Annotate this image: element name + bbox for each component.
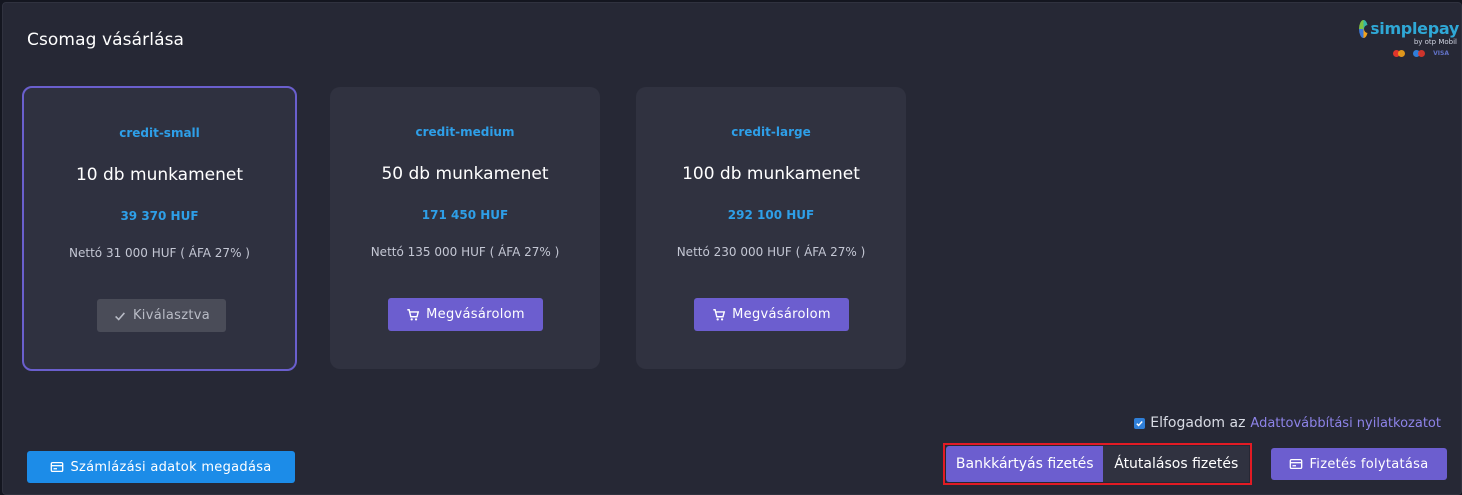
simplepay-sub: by otp Mobil [1413, 38, 1457, 46]
continue-button-label: Fizetés folytatása [1309, 456, 1429, 472]
card-brands: VISA [1359, 50, 1449, 57]
mastercard-icon [1393, 50, 1407, 57]
terms-acceptance: Elfogadom az Adattovábbítási nyilatkozat… [1134, 415, 1441, 431]
checkmark-icon [1136, 420, 1143, 427]
simplepay-logo: simplepay by otp Mobil VISA [1359, 19, 1459, 63]
maestro-icon [1413, 50, 1427, 57]
selected-button-label: Kiválasztva [132, 308, 211, 323]
cart-icon [407, 308, 420, 321]
purchase-panel: Csomag vásárlása simplepay by otp Mobil … [2, 2, 1462, 495]
package-net-price: Nettó 31 000 HUF ( ÁFA 27% ) [69, 246, 250, 260]
package-card-small[interactable]: credit-small 10 db munkamenet 39 370 HUF… [22, 86, 297, 371]
package-price: 292 100 HUF [727, 208, 815, 222]
simplepay-brand-text: simplepay [1370, 19, 1459, 38]
terms-link[interactable]: Adattovábbítási nyilatkozatot [1250, 416, 1441, 431]
package-name: 10 db munkamenet [75, 165, 243, 185]
buy-button-label: Megvásárolom [732, 307, 831, 322]
buy-button-large[interactable]: Megvásárolom [694, 298, 849, 331]
page-title: Csomag vásárlása [27, 30, 185, 50]
simplepay-brand: simplepay [1359, 19, 1459, 38]
card-payment-tab[interactable]: Bankkártyás fizetés [946, 446, 1104, 482]
payment-card-icon [1290, 458, 1303, 470]
package-name: 50 db munkamenet [381, 164, 549, 184]
buy-button-label: Megvásárolom [426, 307, 525, 322]
terms-text: Elfogadom az [1150, 415, 1246, 431]
visa-icon: VISA [1433, 50, 1449, 57]
package-card-large[interactable]: credit-large 100 db munkamenet 292 100 H… [636, 87, 906, 369]
payment-method-toggle: Bankkártyás fizetés Átutalásos fizetés [943, 443, 1252, 485]
continue-payment-button[interactable]: Fizetés folytatása [1271, 448, 1447, 480]
simplepay-circle-icon [1359, 19, 1373, 38]
terms-checkbox[interactable] [1134, 417, 1146, 429]
package-price: 39 370 HUF [120, 209, 199, 223]
billing-button-label: Számlázási adatok megadása [70, 459, 272, 475]
check-icon [115, 311, 125, 321]
selected-button[interactable]: Kiválasztva [97, 299, 226, 332]
package-card-medium[interactable]: credit-medium 50 db munkamenet 171 450 H… [330, 87, 600, 369]
package-price: 171 450 HUF [421, 208, 509, 222]
package-slug: credit-medium [415, 125, 515, 139]
package-slug: credit-large [731, 125, 811, 139]
package-net-price: Nettó 135 000 HUF ( ÁFA 27% ) [370, 245, 560, 259]
buy-button-medium[interactable]: Megvásárolom [388, 298, 543, 331]
billing-details-button[interactable]: Számlázási adatok megadása [27, 451, 295, 483]
package-slug: credit-small [119, 126, 200, 140]
package-net-price: Nettó 230 000 HUF ( ÁFA 27% ) [676, 245, 866, 259]
billing-card-icon [51, 461, 64, 473]
cart-icon [713, 308, 726, 321]
package-name: 100 db munkamenet [682, 164, 860, 184]
transfer-payment-tab[interactable]: Átutalásos fizetés [1103, 446, 1249, 482]
